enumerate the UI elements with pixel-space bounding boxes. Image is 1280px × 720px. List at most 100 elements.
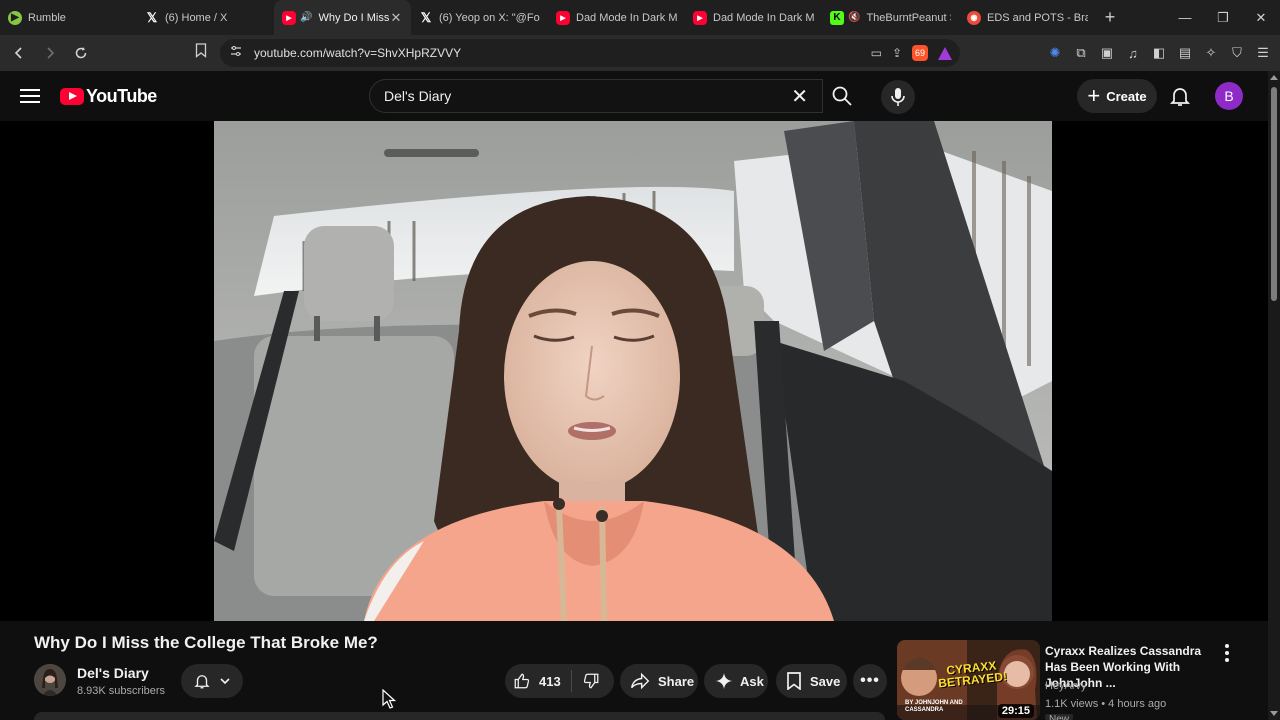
- mouse-cursor-icon: [382, 688, 397, 714]
- browser-tab[interactable]: ▶ Dad Mode In Dark M: [548, 0, 685, 35]
- search-icon: [832, 86, 852, 106]
- share-icon: [630, 672, 650, 690]
- microphone-icon: [891, 88, 905, 106]
- page-scrollbar[interactable]: [1268, 71, 1280, 720]
- description-box[interactable]: [34, 712, 885, 720]
- create-button[interactable]: + Create: [1077, 79, 1157, 113]
- youtube-header: YouTube Del's Diary ✕ + Create B: [0, 71, 1268, 121]
- wallet-icon[interactable]: ▤: [1176, 45, 1194, 61]
- new-badge: New: [1045, 714, 1074, 720]
- notifications-icon[interactable]: [1168, 84, 1192, 108]
- browser-toolbar: youtube.com/watch?v=ShvXHpRZVVY ▭ ⇪ 69 ✺…: [0, 35, 1280, 71]
- youtube-logo[interactable]: YouTube: [60, 86, 157, 107]
- muted-speaker-icon[interactable]: 🔇: [848, 12, 860, 23]
- thumbnail-subline: BY JOHNJOHN AND CASSANDRA: [905, 700, 963, 713]
- minimize-icon[interactable]: —: [1166, 0, 1204, 35]
- bell-icon: [194, 675, 210, 689]
- kick-icon: K: [830, 10, 844, 25]
- browser-tab[interactable]: ◉ EDS and POTS - Brave: [959, 0, 1096, 35]
- save-button[interactable]: Save: [776, 664, 847, 698]
- clear-search-icon[interactable]: ✕: [791, 84, 808, 109]
- dislike-button[interactable]: [572, 672, 600, 690]
- scrollbar-thumb[interactable]: [1271, 87, 1277, 301]
- chevron-down-icon: [220, 678, 230, 685]
- voice-search-button[interactable]: [881, 80, 915, 114]
- thumbs-up-icon: [514, 673, 530, 689]
- recommended-channel[interactable]: HeyArvy: [1045, 680, 1087, 692]
- tab-title: EDS and POTS - Brave: [987, 11, 1088, 24]
- browser-tab[interactable]: K 🔇 TheBurntPeanut S: [822, 0, 959, 35]
- browser-tab[interactable]: 𝕏 (6) Home / X: [137, 0, 274, 35]
- like-button[interactable]: 413: [505, 670, 572, 692]
- leo-ai-icon[interactable]: ✧: [1202, 45, 1220, 61]
- window-controls: — ❐ ✕: [1166, 0, 1280, 35]
- brave-icon: ◉: [967, 10, 981, 25]
- back-icon[interactable]: [6, 41, 31, 66]
- vpn-icon[interactable]: ✺: [1046, 45, 1064, 61]
- more-vertical-icon[interactable]: [1223, 644, 1231, 662]
- extensions-icon[interactable]: ⧉: [1072, 45, 1090, 61]
- video-player[interactable]: [0, 121, 1268, 621]
- share-page-icon[interactable]: ⇪: [892, 46, 902, 60]
- subscription-notifications-button[interactable]: [181, 664, 243, 698]
- video-frame[interactable]: [214, 121, 1052, 621]
- brave-rewards-icon[interactable]: [938, 46, 952, 60]
- x-icon: 𝕏: [146, 9, 158, 25]
- media-icon[interactable]: ♫: [1124, 46, 1142, 61]
- screenshot-icon[interactable]: ▣: [1098, 45, 1116, 61]
- like-dislike-group: 413: [505, 664, 614, 698]
- guide-menu-icon[interactable]: [20, 86, 40, 106]
- menu-icon[interactable]: ☰: [1254, 45, 1272, 61]
- reload-icon[interactable]: [68, 41, 93, 66]
- scroll-down-icon[interactable]: [1270, 711, 1278, 716]
- channel-avatar[interactable]: [34, 664, 66, 696]
- browser-tab-strip: ▶ Rumble 𝕏 (6) Home / X ▶ 🔊 Why Do I Mis…: [0, 0, 1280, 35]
- extensions-bar: ✺ ⧉ ▣ ♫ ◧ ▤ ✧ ⛉ ☰: [1046, 35, 1272, 71]
- user-avatar[interactable]: B: [1215, 82, 1243, 110]
- scroll-up-icon[interactable]: [1270, 75, 1278, 80]
- cast-icon[interactable]: ▭: [871, 46, 882, 60]
- brave-shields-icon[interactable]: 69: [912, 45, 928, 61]
- close-tab-icon[interactable]: ✕: [389, 10, 403, 26]
- search-button[interactable]: [822, 79, 862, 113]
- youtube-icon: ▶: [693, 10, 707, 25]
- close-window-icon[interactable]: ✕: [1242, 0, 1280, 35]
- address-bar[interactable]: youtube.com/watch?v=ShvXHpRZVVY ▭ ⇪ 69: [220, 39, 960, 67]
- search-input[interactable]: Del's Diary ✕: [369, 79, 823, 113]
- tab-title: Dad Mode In Dark M: [576, 11, 677, 24]
- site-info-icon[interactable]: [230, 44, 242, 62]
- tab-title: Rumble: [28, 11, 66, 24]
- subscriber-count: 8.93K subscribers: [77, 685, 166, 697]
- vpn-shield-icon[interactable]: ⛉: [1228, 45, 1246, 61]
- share-button[interactable]: Share: [620, 664, 698, 698]
- ask-button[interactable]: Ask: [704, 664, 768, 698]
- bookmark-save-icon: [787, 672, 801, 690]
- new-tab-button[interactable]: +: [1096, 7, 1124, 28]
- url-text[interactable]: youtube.com/watch?v=ShvXHpRZVVY: [254, 46, 461, 60]
- rumble-icon: ▶: [8, 10, 22, 25]
- url-actions: ▭ ⇪ 69: [871, 39, 952, 67]
- thumbs-down-icon: [583, 673, 599, 689]
- tab-title: Why Do I Miss: [318, 11, 389, 24]
- tab-title: Dad Mode In Dark M: [713, 11, 814, 24]
- restore-icon[interactable]: ❐: [1204, 0, 1242, 35]
- sparkle-icon: [716, 673, 732, 689]
- bookmark-icon[interactable]: [195, 43, 207, 61]
- plus-icon: +: [1087, 83, 1101, 108]
- more-actions-button[interactable]: •••: [853, 664, 887, 698]
- tab-title: (6) Home / X: [165, 11, 228, 24]
- more-horizontal-icon: •••: [860, 672, 880, 689]
- youtube-icon: ▶: [556, 10, 570, 25]
- browser-tab[interactable]: 𝕏 (6) Yeop on X: "@Fors: [411, 0, 548, 35]
- channel-name[interactable]: Del's Diary: [77, 665, 149, 681]
- speaker-icon[interactable]: 🔊: [300, 12, 312, 23]
- search-query[interactable]: Del's Diary: [384, 88, 791, 104]
- youtube-icon: ▶: [282, 10, 296, 25]
- browser-tab[interactable]: ▶ Rumble: [0, 0, 137, 35]
- sidebar-icon[interactable]: ◧: [1150, 45, 1168, 61]
- browser-tab-active[interactable]: ▶ 🔊 Why Do I Miss ✕: [274, 0, 411, 35]
- forward-icon[interactable]: [37, 41, 62, 66]
- tab-title: TheBurntPeanut S: [866, 11, 951, 24]
- recommended-thumbnail[interactable]: CYRAXX BETRAYED! BY JOHNJOHN AND CASSAND…: [897, 640, 1040, 720]
- browser-tab[interactable]: ▶ Dad Mode In Dark M: [685, 0, 822, 35]
